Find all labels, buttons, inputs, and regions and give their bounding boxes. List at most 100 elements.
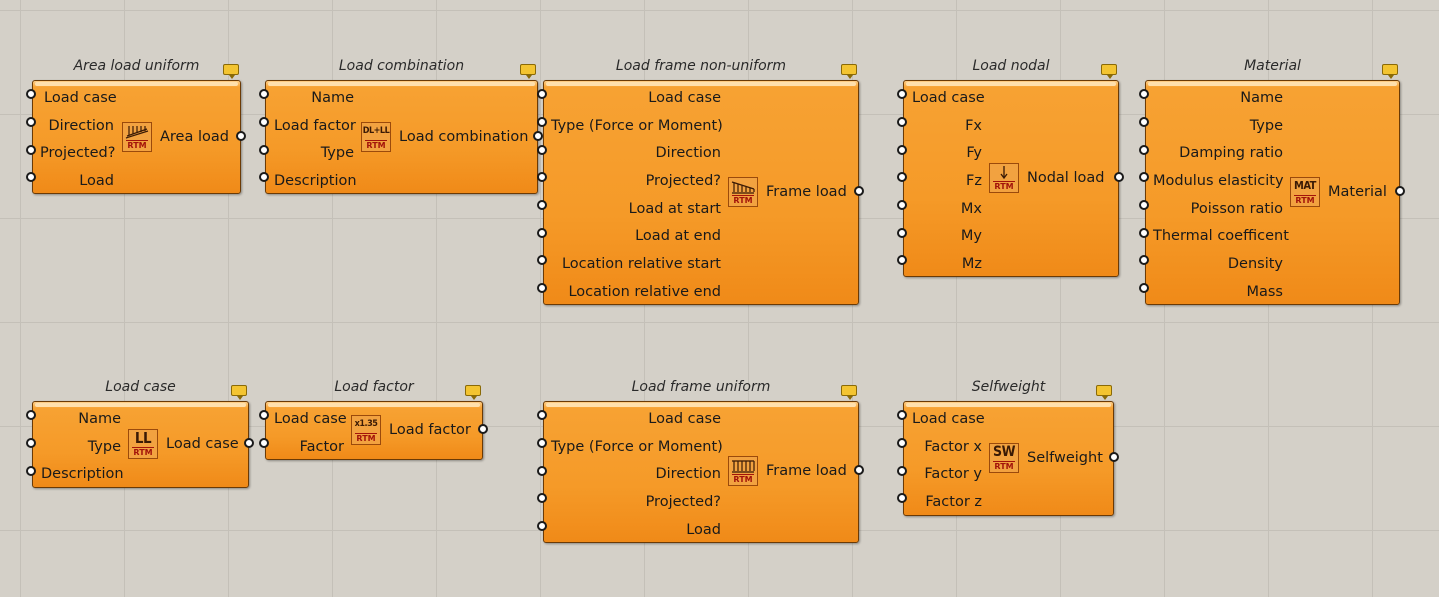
input-port-type[interactable]: Type (Force or Moment) (551, 434, 723, 462)
input-grip[interactable] (26, 117, 36, 127)
input-grip[interactable] (537, 521, 547, 531)
input-grip[interactable] (259, 117, 269, 127)
output-grip[interactable] (854, 465, 864, 475)
input-port-load-case[interactable]: Load case (274, 406, 347, 434)
input-grip[interactable] (537, 410, 547, 420)
input-port-description[interactable]: Description (274, 168, 357, 196)
input-port-factor[interactable]: Factor (274, 434, 344, 462)
input-port-factor-z[interactable]: Factor z (912, 489, 982, 517)
input-grip[interactable] (537, 89, 547, 99)
input-port-fy[interactable]: Fy (912, 140, 982, 168)
output-grip[interactable] (1395, 186, 1405, 196)
input-grip[interactable] (897, 172, 907, 182)
input-port-location-relative-start[interactable]: Location relative start (551, 251, 721, 279)
input-grip[interactable] (897, 200, 907, 210)
input-grip[interactable] (897, 466, 907, 476)
input-grip[interactable] (26, 438, 36, 448)
input-grip[interactable] (537, 283, 547, 293)
component-load-combination[interactable]: Load combination Name Load factor Type D… (259, 58, 543, 196)
input-port-modulus-elasticity[interactable]: Modulus elasticity (1153, 168, 1284, 196)
input-port-load-at-end[interactable]: Load at end (551, 223, 721, 251)
message-balloon-icon[interactable] (1096, 385, 1112, 400)
component-load-frame-uniform[interactable]: Load frame uniform Load case Type (Force… (537, 379, 864, 545)
input-grip[interactable] (1139, 228, 1149, 238)
input-grip[interactable] (537, 466, 547, 476)
input-grip[interactable] (1139, 117, 1149, 127)
output-grip[interactable] (533, 131, 543, 141)
input-grip[interactable] (259, 172, 269, 182)
input-grip[interactable] (897, 410, 907, 420)
input-port-description[interactable]: Description (41, 461, 124, 489)
input-grip[interactable] (537, 493, 547, 503)
input-port-mz[interactable]: Mz (912, 251, 982, 279)
input-grip[interactable] (537, 438, 547, 448)
input-port-projected[interactable]: Projected? (551, 168, 721, 196)
input-grip[interactable] (1139, 200, 1149, 210)
input-port-name[interactable]: Name (41, 406, 121, 434)
component-load-case[interactable]: Load case Name Type Description LL RTM L… (26, 379, 254, 489)
input-grip[interactable] (259, 145, 269, 155)
output-grip[interactable] (236, 131, 246, 141)
input-grip[interactable] (26, 145, 36, 155)
input-port-load-at-start[interactable]: Load at start (551, 196, 721, 224)
input-grip[interactable] (26, 89, 36, 99)
input-port-fz[interactable]: Fz (912, 168, 982, 196)
input-port-projected[interactable]: Projected? (40, 140, 115, 168)
input-grip[interactable] (537, 255, 547, 265)
message-balloon-icon[interactable] (465, 385, 481, 400)
input-port-type[interactable]: Type (274, 140, 354, 168)
input-port-type[interactable]: Type (1153, 113, 1283, 141)
output-grip[interactable] (854, 186, 864, 196)
input-grip[interactable] (897, 145, 907, 155)
message-balloon-icon[interactable] (1101, 64, 1117, 79)
input-grip[interactable] (897, 255, 907, 265)
input-port-load-case[interactable]: Load case (44, 85, 117, 113)
input-grip[interactable] (537, 117, 547, 127)
message-balloon-icon[interactable] (231, 385, 247, 400)
input-port-load-case[interactable]: Load case (912, 406, 985, 434)
input-port-mx[interactable]: Mx (912, 196, 982, 224)
component-load-factor[interactable]: Load factor Load case Factor x1.35 RTM L… (259, 379, 488, 462)
component-load-frame-non-uniform[interactable]: Load frame non-uniform Load case Type (F… (537, 58, 864, 307)
input-grip[interactable] (259, 438, 269, 448)
input-grip[interactable] (26, 172, 36, 182)
input-grip[interactable] (897, 117, 907, 127)
input-port-type[interactable]: Type (41, 434, 121, 462)
input-grip[interactable] (897, 493, 907, 503)
output-grip[interactable] (244, 438, 254, 448)
message-balloon-icon[interactable] (841, 385, 857, 400)
input-port-load-factor[interactable]: Load factor (274, 113, 356, 141)
input-grip[interactable] (1139, 145, 1149, 155)
message-balloon-icon[interactable] (841, 64, 857, 79)
input-port-load-case[interactable]: Load case (912, 85, 985, 113)
output-grip[interactable] (478, 424, 488, 434)
input-port-direction[interactable]: Direction (551, 461, 721, 489)
input-port-poisson-ratio[interactable]: Poisson ratio (1153, 196, 1283, 224)
input-grip[interactable] (26, 410, 36, 420)
input-port-location-relative-end[interactable]: Location relative end (551, 279, 721, 307)
input-port-projected[interactable]: Projected? (551, 489, 721, 517)
input-grip[interactable] (1139, 255, 1149, 265)
input-grip[interactable] (259, 410, 269, 420)
component-load-nodal[interactable]: Load nodal Load case Fx Fy Fz Mx My Mz R… (897, 58, 1124, 279)
input-grip[interactable] (259, 89, 269, 99)
output-grip[interactable] (1109, 452, 1119, 462)
input-port-my[interactable]: My (912, 223, 982, 251)
message-balloon-icon[interactable] (520, 64, 536, 79)
input-port-load[interactable]: Load (551, 517, 721, 545)
component-material[interactable]: Material Name Type Damping ratio Modulus… (1139, 58, 1405, 305)
output-grip[interactable] (1114, 172, 1124, 182)
input-grip[interactable] (537, 228, 547, 238)
input-grip[interactable] (26, 466, 36, 476)
input-port-damping-ratio[interactable]: Damping ratio (1153, 140, 1283, 168)
input-port-direction[interactable]: Direction (44, 113, 114, 141)
input-grip[interactable] (897, 438, 907, 448)
input-port-direction[interactable]: Direction (551, 140, 721, 168)
input-port-type[interactable]: Type (Force or Moment) (551, 113, 723, 141)
input-port-factor-y[interactable]: Factor y (912, 461, 982, 489)
input-port-thermal-coefficent[interactable]: Thermal coefficent (1153, 223, 1289, 251)
input-port-density[interactable]: Density (1153, 251, 1283, 279)
input-grip[interactable] (897, 89, 907, 99)
message-balloon-icon[interactable] (1382, 64, 1398, 79)
input-port-factor-x[interactable]: Factor x (912, 434, 982, 462)
